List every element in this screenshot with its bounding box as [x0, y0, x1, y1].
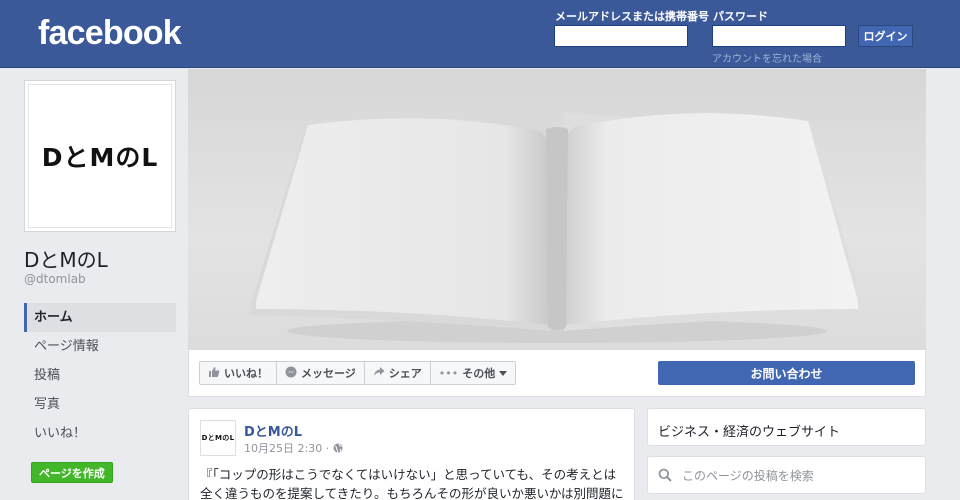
- post-author[interactable]: DとMのL: [244, 421, 302, 440]
- cover-photo[interactable]: [188, 69, 926, 350]
- page-logo: DとMのL: [28, 84, 172, 228]
- email-label: メールアドレスまたは携帯番号: [555, 10, 709, 23]
- login-button[interactable]: ログイン: [858, 25, 913, 47]
- open-book-image: [250, 113, 864, 343]
- like-button-label: いいね！: [224, 367, 268, 380]
- email-input[interactable]: [554, 25, 688, 47]
- message-icon: [285, 366, 297, 381]
- post-text-line: 全く違うものを提案してきたり。もちろんその形が良いか悪いかは別問題に: [200, 486, 624, 500]
- nav-item-likes[interactable]: いいね！: [24, 419, 176, 448]
- page-handle[interactable]: @dtomlab: [24, 272, 86, 286]
- like-button[interactable]: いいね！: [200, 362, 277, 384]
- post-time-text: 10月25日 2:30 ·: [244, 442, 330, 455]
- page-category[interactable]: ビジネス・経済のウェブサイト: [647, 408, 926, 446]
- post-avatar[interactable]: DとMのL: [200, 420, 236, 456]
- share-button-label: シェア: [388, 367, 422, 380]
- nav-item-about[interactable]: ページ情報: [24, 332, 176, 361]
- profile-picture[interactable]: DとMのL: [24, 80, 176, 232]
- post-search-input[interactable]: [682, 466, 912, 486]
- post-search-box: [647, 456, 926, 494]
- more-button[interactable]: ••• その他: [431, 362, 515, 384]
- password-label: パスワード: [713, 10, 768, 23]
- page-title[interactable]: DとMのL: [24, 244, 108, 273]
- facebook-logo[interactable]: facebook: [38, 14, 182, 53]
- post-text-line: 『「コップの形はこうでなくてはいけない」と思っていても、その考えとは: [200, 467, 617, 482]
- nav-item-photos[interactable]: 写真: [24, 390, 176, 419]
- page-action-bar: いいね！ メッセージ シェア ••• その他 お問い合わせ: [188, 350, 926, 397]
- page-nav: ホーム ページ情報 投稿 写真 いいね！: [24, 303, 176, 448]
- message-button[interactable]: メッセージ: [277, 362, 365, 384]
- post-timestamp[interactable]: 10月25日 2:30 ·: [244, 440, 343, 456]
- more-button-label: その他: [462, 367, 496, 380]
- globe-icon: [333, 442, 343, 455]
- contact-button[interactable]: お問い合わせ: [658, 361, 915, 385]
- create-page-button[interactable]: ページを作成: [31, 462, 113, 483]
- post-card: DとMのL DとMのL 10月25日 2:30 · 『「コップの形はこうでなくて…: [188, 408, 635, 500]
- nav-item-home[interactable]: ホーム: [24, 303, 176, 332]
- message-button-label: メッセージ: [301, 367, 356, 380]
- thumbs-up-icon: [208, 366, 220, 381]
- action-button-group: いいね！ メッセージ シェア ••• その他: [199, 361, 517, 385]
- more-icon: •••: [438, 366, 459, 380]
- forgot-account-link[interactable]: アカウントを忘れた場合: [712, 50, 822, 65]
- share-icon: [373, 366, 385, 381]
- post-body: 『「コップの形はこうでなくてはいけない」と思っていても、その考えとは 全く違うも…: [200, 465, 625, 500]
- password-input[interactable]: [712, 25, 846, 47]
- top-bar: facebook メールアドレスまたは携帯番号 パスワード ログイン アカウント…: [0, 0, 960, 68]
- chevron-down-icon: [499, 367, 508, 380]
- share-button[interactable]: シェア: [365, 362, 431, 384]
- search-icon: [658, 467, 672, 486]
- nav-item-posts[interactable]: 投稿: [24, 361, 176, 390]
